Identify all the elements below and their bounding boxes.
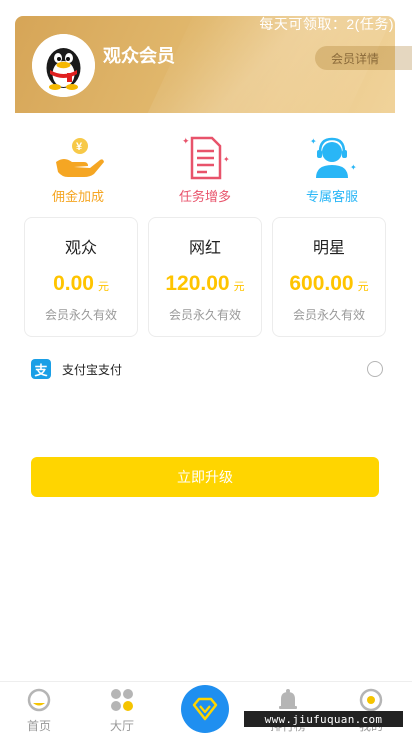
plan-card-star[interactable]: 明星 600.00 元 会员永久有效 — [272, 217, 386, 337]
feature-more-tasks: ✦ ✦ 任务增多 — [155, 134, 255, 205]
nav-vip-button[interactable] — [181, 685, 229, 733]
plan-price-unit: 元 — [357, 281, 369, 293]
plan-validity: 会员永久有效 — [292, 308, 365, 322]
payment-option-alipay[interactable]: 支 支付宝支付 — [31, 358, 383, 380]
plan-price: 120.00 元 — [149, 272, 261, 296]
member-level-title: 观众会员 — [103, 46, 175, 66]
plan-validity: 会员永久有效 — [168, 308, 241, 322]
plan-price-value: 0.00 — [53, 272, 94, 295]
feature-label: 专属客服 — [305, 189, 358, 204]
svg-text:✦: ✦ — [310, 137, 317, 146]
nav-item-home[interactable]: 首页 — [9, 687, 69, 734]
task-document-icon: ✦ ✦ — [177, 134, 233, 182]
plan-price: 600.00 元 — [273, 272, 385, 296]
plan-price-value: 600.00 — [289, 272, 354, 295]
feature-exclusive-service: ✦ ✦ 专属客服 — [282, 134, 382, 205]
plan-card-audience[interactable]: 观众 0.00 元 会员永久有效 — [24, 217, 138, 337]
plan-price-value: 120.00 — [165, 272, 230, 295]
upgrade-button[interactable]: 立即升级 — [31, 457, 379, 497]
svg-text:✦: ✦ — [182, 137, 190, 147]
plan-price-unit: 元 — [97, 281, 109, 293]
plan-validity: 会员永久有效 — [44, 308, 117, 322]
payment-radio[interactable] — [367, 361, 383, 377]
hand-coin-icon: ¥ — [50, 134, 106, 182]
nav-label: 大厅 — [109, 719, 134, 733]
watermark-text: www.jiufuquan.com — [244, 711, 403, 727]
customer-service-icon: ✦ ✦ — [304, 134, 360, 182]
home-icon — [26, 687, 52, 713]
feature-commission-bonus: ¥ 佣金加成 — [28, 134, 128, 205]
svg-text:✦: ✦ — [350, 163, 357, 172]
vip-diamond-icon — [192, 697, 218, 721]
payment-label: 支付宝支付 — [62, 362, 123, 377]
profile-icon — [358, 687, 384, 713]
plan-name: 观众 — [64, 240, 97, 257]
hall-icon — [109, 687, 135, 713]
plan-price: 0.00 元 — [25, 272, 137, 296]
bell-icon — [275, 687, 301, 713]
plan-card-influencer[interactable]: 网红 120.00 元 会员永久有效 — [148, 217, 262, 337]
plan-price-unit: 元 — [233, 281, 245, 293]
plan-name: 网红 — [188, 240, 221, 257]
nav-label: 首页 — [26, 719, 51, 733]
feature-label: 任务增多 — [178, 189, 231, 204]
feature-label: 佣金加成 — [51, 189, 104, 204]
plan-name: 明星 — [312, 240, 345, 257]
penguin-avatar-icon — [32, 34, 95, 97]
member-details-button[interactable]: 会员详情 — [315, 46, 412, 70]
daily-quota-text: 每天可领取：2(任务) — [259, 16, 394, 32]
nav-item-hall[interactable]: 大厅 — [92, 687, 152, 734]
avatar[interactable] — [32, 34, 95, 97]
svg-text:✦: ✦ — [223, 155, 230, 164]
svg-text:¥: ¥ — [76, 141, 83, 153]
alipay-icon: 支 — [31, 359, 51, 379]
